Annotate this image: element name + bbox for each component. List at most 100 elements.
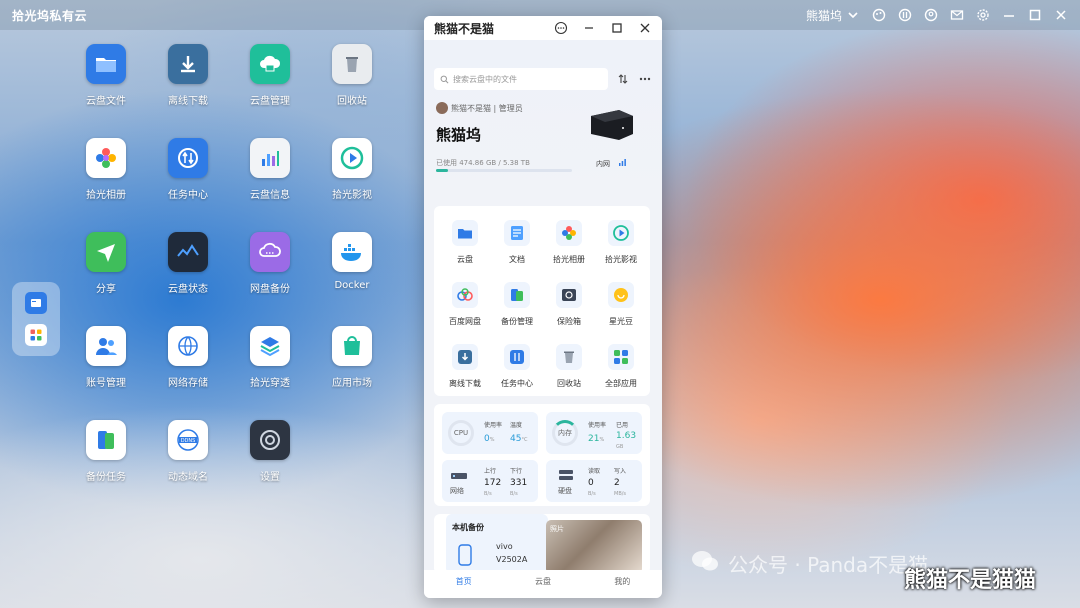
sort-icon[interactable] [616, 72, 630, 86]
desktop-item[interactable]: DDNS 动态域名 [148, 420, 228, 483]
desktop-item-label: 云盘状态 [168, 284, 208, 295]
trash-icon [556, 344, 582, 370]
svg-text:DDNS: DDNS [181, 438, 196, 444]
app-item-label: 任务中心 [501, 379, 533, 388]
app-item-label: 保险箱 [557, 317, 581, 326]
safe-icon [556, 282, 582, 308]
desktop-item[interactable]: 设置 [230, 420, 310, 483]
download-icon [452, 344, 478, 370]
cpu-temp-label: 温度 [510, 422, 523, 429]
transfer-icon[interactable] [898, 8, 912, 22]
app-item[interactable]: 百度网盘 [438, 282, 492, 327]
desktop-item[interactable]: 备份任务 [66, 420, 146, 483]
gear-icon[interactable] [976, 8, 990, 22]
desktop-item[interactable]: 云盘文件 [66, 44, 146, 107]
close-icon[interactable] [1054, 8, 1068, 22]
app-item[interactable]: 全部应用 [594, 344, 648, 389]
document-icon [504, 220, 530, 246]
tab-mine[interactable]: 我的 [583, 570, 662, 594]
desktop-item[interactable]: 回收站 [312, 44, 392, 107]
desktop-item-label: 拾光相册 [86, 190, 126, 201]
desktop-item-label: 拾光影视 [332, 190, 372, 201]
desktop-item[interactable]: 网盘备份 [230, 232, 310, 295]
desktop-item[interactable]: 分享 [66, 232, 146, 295]
desktop-item[interactable]: 离线下载 [148, 44, 228, 107]
account-icon[interactable] [924, 8, 938, 22]
trash-icon [332, 44, 372, 84]
desktop-item[interactable]: 应用市场 [312, 326, 392, 389]
chevron-down-icon [846, 8, 860, 22]
search-input[interactable]: 搜索云盘中的文件 [434, 68, 608, 90]
cpu-usage-value: 0% [484, 434, 495, 444]
app-item[interactable]: 拾光影视 [594, 220, 648, 265]
user-menu[interactable]: 熊猫坞 [806, 7, 860, 24]
storage-usage-fill [436, 169, 449, 172]
network-label: 网络 [450, 487, 464, 495]
minimize-icon[interactable] [582, 21, 596, 35]
owner-info: 熊猫不是猫 | 管理员 [436, 102, 523, 114]
disk-stat[interactable]: 硬盘 读取 写入 0 B/s 2 MB/s [546, 460, 642, 502]
cpu-stat[interactable]: CPU 使用率 温度 0% 45°C [442, 412, 538, 454]
more-icon[interactable] [638, 72, 652, 86]
photo-thumbnail[interactable]: 照片 [546, 520, 642, 574]
app-item[interactable]: 离线下载 [438, 344, 492, 389]
photos-icon [86, 138, 126, 178]
backup-task-icon [86, 420, 126, 460]
network-stat[interactable]: 网络 上行 下行 172 B/s 331 B/s [442, 460, 538, 502]
apps-grid: 云盘 文档 拾光相册 拾光影视百度网盘 备份管理 保险箱 星光豆离线下载 任务中心 回收站 全部应… [434, 206, 650, 396]
app-item-label: 回收站 [557, 379, 581, 388]
tab-home[interactable]: 首页 [424, 570, 503, 594]
app-item[interactable]: 拾光相册 [542, 220, 596, 265]
app-item[interactable]: 星光豆 [594, 282, 648, 327]
desktop-item[interactable]: 拾光相册 [66, 138, 146, 201]
maximize-icon[interactable] [610, 21, 624, 35]
desktop-item[interactable]: 云盘管理 [230, 44, 310, 107]
app-item[interactable]: 备份管理 [490, 282, 544, 327]
memory-usage-value: 21% [588, 434, 605, 444]
memory-usage-label: 使用率 [588, 422, 607, 429]
download-label: 下行 [510, 468, 523, 475]
desktop-item[interactable]: 云盘信息 [230, 138, 310, 201]
desktop-item-label: 网络存储 [168, 378, 208, 389]
tab-cloud[interactable]: 云盘 [503, 570, 582, 594]
disk-icon [558, 466, 574, 485]
memory-used-value: 1.63 GB [616, 431, 637, 450]
app-item-label: 拾光相册 [553, 255, 585, 264]
wechat-icon [690, 548, 720, 579]
local-backup[interactable]: 本机备份 vivo V2502A [446, 514, 548, 574]
folder-icon [86, 44, 126, 84]
app-item[interactable]: 云盘 [438, 220, 492, 265]
desktop-item[interactable]: 云盘状态 [148, 232, 228, 295]
phone-icon [458, 544, 472, 570]
memory-stat[interactable]: 内存 使用率 已用 21% 1.63 GB [546, 412, 642, 454]
app-item[interactable]: 文档 [490, 220, 544, 265]
app-item[interactable]: 保险箱 [542, 282, 596, 327]
desktop-item-label: 分享 [96, 284, 116, 295]
network-status: 内网 [596, 158, 627, 169]
app-item[interactable]: 回收站 [542, 344, 596, 389]
watermark-text: 公众号 · Panda不是猫 [728, 553, 929, 577]
maximize-icon[interactable] [1028, 8, 1042, 22]
upload-value: 172 B/s [484, 478, 502, 497]
close-icon[interactable] [638, 21, 652, 35]
desktop-item[interactable]: 拾光穿透 [230, 326, 310, 389]
desktop-item[interactable]: 账号管理 [66, 326, 146, 389]
star-bean-icon [608, 282, 634, 308]
all-apps-icon[interactable] [25, 324, 47, 346]
desktop-item[interactable]: Docker [312, 232, 392, 291]
theme-icon[interactable] [872, 8, 886, 22]
mail-icon[interactable] [950, 8, 964, 22]
watermark-overlay: 熊猫不是猫猫 [904, 568, 1037, 593]
backup-device: vivo V2502A [496, 542, 528, 564]
app-item-label: 拾光影视 [605, 255, 637, 264]
desktop-item[interactable]: 网络存储 [148, 326, 228, 389]
window-switch-icon[interactable] [25, 292, 47, 314]
user-name: 熊猫坞 [805, 8, 842, 23]
upload-label: 上行 [484, 468, 497, 475]
minimize-icon[interactable] [1002, 8, 1016, 22]
desktop-item[interactable]: 任务中心 [148, 138, 228, 201]
memory-ring: 内存 [552, 420, 578, 446]
more-icon[interactable] [554, 21, 568, 35]
app-item[interactable]: 任务中心 [490, 344, 544, 389]
desktop-item[interactable]: 拾光影视 [312, 138, 392, 201]
